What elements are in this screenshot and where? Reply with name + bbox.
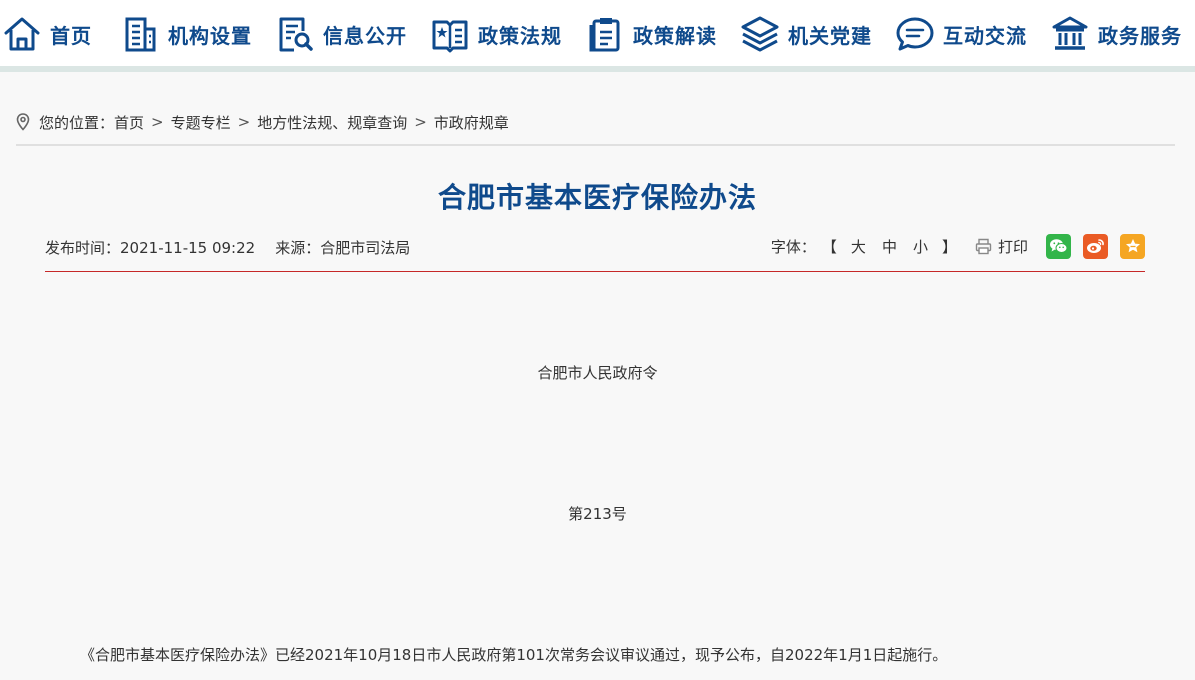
breadcrumb-prefix: 您的位置： — [39, 113, 115, 132]
article-tools: 字体： 【 大 中 小 】 打印 — [771, 231, 1145, 261]
print-button[interactable]: 打印 — [975, 236, 1028, 257]
source: 合肥市司法局 — [320, 239, 411, 257]
breadcrumb-item-municipal-rules[interactable]: 市政府规章 — [434, 112, 509, 133]
nav-label-services: 政务服务 — [1098, 23, 1182, 48]
wechat-icon — [1050, 239, 1068, 253]
nav-item-interpretation[interactable]: 政策解读 — [585, 11, 717, 57]
publish-time-label: 发布时间： — [45, 239, 121, 257]
book-star-icon — [432, 20, 468, 53]
nav-label-policy: 政策法规 — [478, 23, 562, 48]
home-icon — [4, 17, 40, 51]
printer-icon — [975, 238, 992, 254]
order-issuer: 合肥市人民政府令 — [537, 364, 658, 382]
nav-item-information[interactable]: 信息公开 — [275, 11, 407, 57]
nav-label-home: 首页 — [50, 23, 92, 48]
breadcrumb-separator: > — [414, 113, 427, 131]
chat-bubble-icon — [896, 17, 934, 51]
location-pin-icon — [16, 113, 30, 131]
breadcrumb-separator: > — [237, 113, 251, 131]
nav-label-interaction: 互动交流 — [943, 23, 1027, 48]
star-icon — [1125, 239, 1140, 253]
share-wechat-button[interactable] — [1046, 233, 1071, 259]
nav-item-organization[interactable]: 机构设置 — [120, 11, 252, 57]
breadcrumb-item-regulations-query[interactable]: 地方性法规、规章查询 — [257, 112, 407, 133]
document-search-icon — [279, 17, 313, 52]
bracket-close: 】 — [941, 237, 957, 256]
article-meta-bar: 发布时间：2021-11-15 09:22 来源：合肥市司法局 字体： 【 大 中… — [45, 228, 1145, 272]
article-title: 合肥市基本医疗保险办法 — [437, 181, 757, 214]
building-icon — [125, 17, 156, 52]
nav-item-interaction[interactable]: 互动交流 — [895, 11, 1027, 57]
article-body-paragraph: 《合肥市基本医疗保险办法》已经2021年10月18日市人民政府第101次常务会议… — [80, 646, 948, 664]
nav-item-services[interactable]: 政务服务 — [1050, 11, 1182, 57]
font-size-large-button[interactable]: 大 — [851, 236, 866, 257]
font-size-small-button[interactable]: 小 — [913, 236, 928, 257]
government-building-icon — [1052, 16, 1088, 50]
main-navigation: 首页 机构设置 信息公开 政策法规 政策解读 机关党建 互动交流 政务服务 — [0, 0, 1195, 72]
breadcrumb-separator: > — [151, 113, 164, 131]
source-label: 来源： — [275, 239, 321, 257]
layers-icon — [741, 16, 779, 52]
nav-item-party-building[interactable]: 机关党建 — [740, 11, 872, 57]
publish-time: 2021-11-15 09:22 — [120, 239, 256, 257]
font-size-medium-button[interactable]: 中 — [882, 236, 897, 257]
font-size-label: 字体： — [770, 237, 816, 256]
nav-label-party-building: 机关党建 — [788, 23, 872, 48]
font-size-control: 字体： 【 大 中 小 】 — [771, 236, 963, 257]
article-meta-info: 发布时间：2021-11-15 09:22 来源：合肥市司法局 — [45, 237, 410, 258]
add-favorite-button[interactable] — [1120, 233, 1145, 259]
breadcrumb-item-home[interactable]: 首页 — [114, 112, 144, 133]
share-weibo-button[interactable] — [1083, 233, 1108, 259]
breadcrumb-item-special-topics[interactable]: 专题专栏 — [171, 112, 231, 133]
clipboard-icon — [589, 18, 620, 52]
nav-label-organization: 机构设置 — [168, 23, 252, 48]
order-number: 第213号 — [568, 505, 627, 523]
nav-label-interpretation: 政策解读 — [633, 23, 717, 48]
bracket-open: 【 — [821, 237, 837, 256]
weibo-icon — [1087, 239, 1104, 253]
breadcrumb: 您的位置： 首页 > 专题专栏 > 地方性法规、规章查询 > 市政府规章 — [16, 100, 1175, 146]
print-label: 打印 — [997, 237, 1028, 256]
nav-item-policy[interactable]: 政策法规 — [430, 11, 562, 57]
nav-label-information: 信息公开 — [323, 23, 407, 48]
nav-item-home[interactable]: 首页 — [2, 11, 92, 57]
